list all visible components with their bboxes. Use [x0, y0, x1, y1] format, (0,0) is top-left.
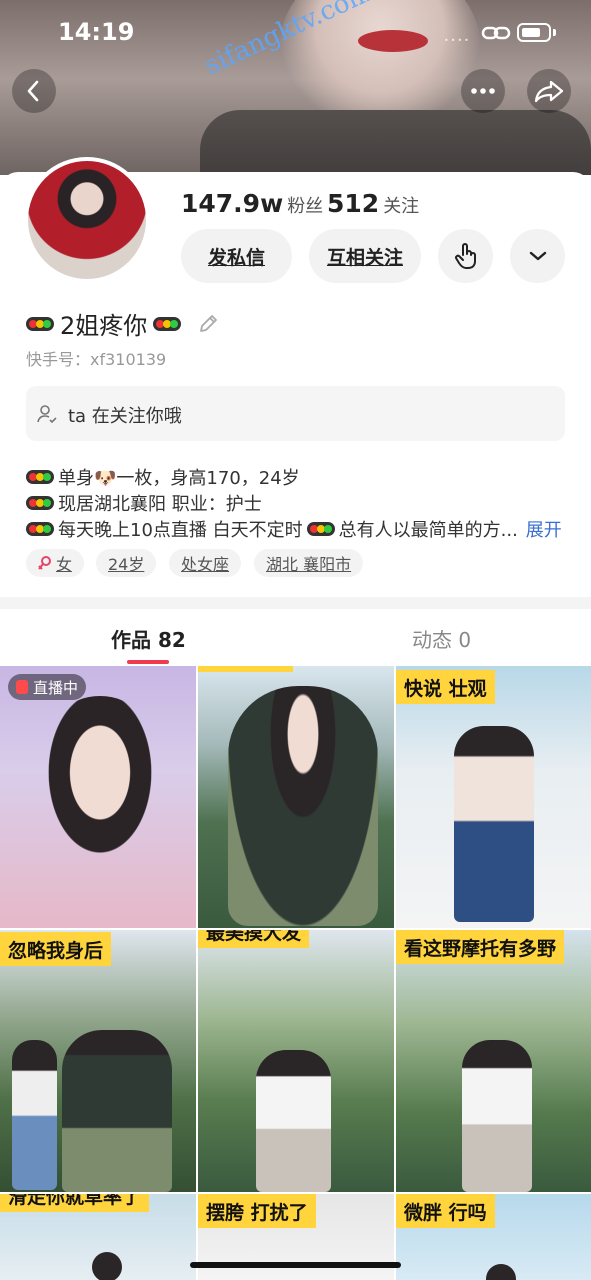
video-thumbnail[interactable]: 微胖 行吗	[396, 1194, 591, 1280]
bio-text-2: 现居湖北襄阳 职业：护士	[58, 494, 262, 515]
video-caption: 摆胯 打扰了	[198, 1194, 316, 1228]
fans-stat[interactable]: 147.9w 粉丝	[181, 189, 323, 218]
female-icon	[38, 556, 51, 570]
video-thumbnail[interactable]: 忽略我身后	[0, 930, 196, 1192]
bio-text-3b: 总有人以最简单的方...	[338, 520, 518, 541]
chevron-down-icon	[529, 251, 546, 261]
live-badge: 直播中	[8, 674, 87, 700]
video-thumbnail[interactable]: 快说 壮观	[396, 666, 591, 928]
share-arrow-icon	[534, 80, 564, 103]
following-count: 512	[327, 189, 380, 218]
status-bar: 14:19 ••••	[0, 0, 591, 66]
poke-button[interactable]	[438, 229, 493, 283]
bio-text-1: 单身🐶一枚，身高170，24岁	[58, 468, 300, 489]
battery-tip	[553, 29, 556, 36]
tab-moments[interactable]: 动态 0	[412, 624, 471, 653]
profile-name-row: 2姐疼你	[26, 306, 219, 341]
user-follow-icon	[37, 405, 57, 424]
tag-location[interactable]: 湖北 襄阳市	[254, 549, 364, 577]
video-caption: 快说 壮观	[396, 670, 495, 704]
video-thumbnail[interactable]: 滑走你就草率了	[0, 1194, 196, 1280]
bio-line-3: 每天晚上10点直播 白天不定时 总有人以最简单的方... 展开	[26, 516, 562, 542]
traffic-light-icon	[26, 470, 54, 484]
tab-indicator	[127, 660, 169, 664]
traffic-light-icon	[26, 316, 54, 331]
edit-pencil-icon[interactable]	[197, 313, 219, 335]
more-button[interactable]	[461, 69, 505, 113]
section-divider	[0, 597, 591, 609]
video-caption: 忽略我身后	[0, 932, 112, 966]
message-button[interactable]: 发私信	[181, 229, 292, 283]
battery-icon	[517, 23, 551, 42]
video-thumbnail[interactable]: 直播中	[0, 666, 196, 928]
profile-name: 2姐疼你	[60, 312, 148, 340]
video-caption: 滑走你就草率了	[0, 1194, 150, 1212]
traffic-light-icon	[153, 316, 182, 331]
tag-gender-label: 女	[56, 555, 73, 574]
video-caption: 最美摸大发	[198, 930, 310, 948]
more-dots-icon	[471, 88, 495, 94]
cover-shirt	[200, 110, 591, 175]
back-button[interactable]	[12, 69, 56, 113]
fans-count: 147.9w	[181, 189, 284, 218]
fans-label: 粉丝	[287, 196, 324, 217]
live-badge-label: 直播中	[33, 678, 79, 697]
mutual-follow-button[interactable]: 互相关注	[309, 229, 421, 283]
share-button[interactable]	[527, 69, 571, 113]
status-time: 14:19	[58, 18, 135, 46]
video-caption: 看这野摩托有多野	[396, 930, 565, 964]
chevron-left-icon	[27, 80, 39, 102]
bio-line-1: 单身🐶一枚，身高170，24岁	[26, 464, 300, 490]
bio-line-2: 现居湖北襄阳 职业：护士	[26, 490, 262, 516]
home-indicator	[190, 1262, 401, 1268]
video-thumbnail[interactable]	[198, 666, 394, 928]
video-thumbnail[interactable]: 看这野摩托有多野	[396, 930, 591, 1192]
bio-text-3a: 每天晚上10点直播 白天不定时	[58, 520, 303, 541]
video-thumbnail[interactable]: 最美摸大发	[198, 930, 394, 1192]
signal-dots: ••••	[444, 36, 471, 45]
following-stat[interactable]: 512 关注	[327, 189, 419, 218]
follow-notice-text: ta 在关注你哦	[68, 406, 182, 427]
traffic-light-icon	[26, 496, 54, 510]
avatar[interactable]	[24, 157, 150, 283]
hand-tap-icon	[454, 243, 476, 269]
link-icon	[481, 22, 511, 44]
kuaishou-id: 快手号：xf310139	[26, 350, 167, 369]
live-icon	[16, 680, 28, 694]
following-label: 关注	[383, 196, 420, 217]
tab-works[interactable]: 作品 82	[111, 624, 186, 653]
tag-gender[interactable]: 女	[26, 549, 85, 577]
expand-menu-button[interactable]	[510, 229, 565, 283]
traffic-light-icon	[26, 522, 54, 536]
bio-expand-link[interactable]: 展开	[526, 516, 562, 542]
traffic-light-icon	[306, 522, 335, 536]
tag-zodiac[interactable]: 处女座	[169, 549, 242, 577]
tag-age[interactable]: 24岁	[96, 549, 157, 577]
video-caption: 微胖 行吗	[396, 1194, 495, 1228]
